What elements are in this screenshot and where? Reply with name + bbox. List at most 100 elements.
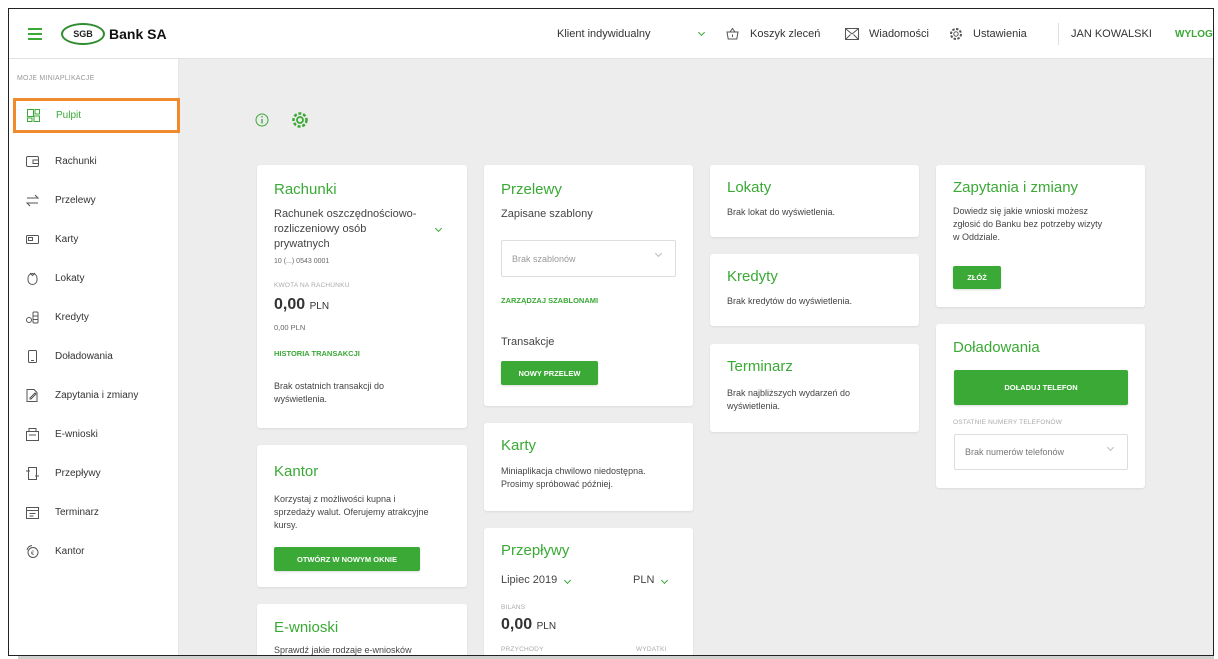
- sidebar-item-pulpit[interactable]: Pulpit: [13, 98, 180, 133]
- amount-label: KWOTA NA RACHUNKU: [274, 282, 350, 289]
- empty-line: wyświetlenia.: [274, 394, 328, 404]
- gear-icon: [950, 28, 962, 40]
- bank-logo[interactable]: SGB Bank SA: [61, 9, 167, 59]
- client-type-label: Klient indywidualny: [557, 28, 651, 40]
- widget-doladowania: Doładowania DOŁADUJ TELEFON OSTATNIE NUM…: [936, 324, 1145, 488]
- sidebar: MOJE MINIAPLIKACJE Pulpit Rachunki Przel…: [9, 59, 180, 655]
- widget-title: Rachunki: [274, 181, 337, 198]
- lokaty-empty: Brak lokat do wyświetlenia.: [727, 207, 836, 217]
- sidebar-item-rachunki[interactable]: Rachunki: [9, 144, 179, 178]
- flow-icon: [26, 466, 39, 480]
- messages-label: Wiadomości: [869, 28, 929, 40]
- sidebar-item-karty[interactable]: Karty: [9, 222, 179, 256]
- message-line: Miniaplikacja chwilowo niedostępna.: [501, 466, 646, 476]
- chevron-down-icon[interactable]: [697, 9, 706, 59]
- widget-karty: Karty Miniaplikacja chwilowo niedostępna…: [484, 423, 693, 511]
- sidebar-item-kredyty[interactable]: Kredyty: [9, 300, 179, 334]
- widget-title: Kantor: [274, 463, 319, 480]
- chevron-down-icon: [564, 576, 572, 585]
- balance-currency: PLN: [536, 621, 557, 632]
- widget-zapytania: Zapytania i zmiany Dowiedz się jakie wni…: [936, 165, 1145, 307]
- sidebar-item-lokaty[interactable]: Lokaty: [9, 261, 179, 295]
- card-icon: [26, 234, 39, 244]
- saved-templates-label: Zapisane szablony: [501, 208, 593, 220]
- sidebar-item-kantor[interactable]: € Kantor: [9, 534, 179, 568]
- templates-select-value: Brak szablonów: [512, 253, 576, 264]
- sidebar-item-doladowania[interactable]: Doładowania: [9, 339, 179, 373]
- empty-transactions: Brak ostatnich transakcji do wyświetleni…: [274, 380, 384, 406]
- balance-value: 0,00: [274, 296, 306, 313]
- widget-kredyty: Kredyty Brak kredytów do wyświetlenia.: [710, 254, 919, 326]
- forms-icon: [26, 427, 39, 441]
- basket-icon: [726, 27, 739, 40]
- period-select[interactable]: Lipiec 2019: [501, 574, 572, 587]
- description-line: kursy.: [274, 520, 298, 530]
- settings-button[interactable]: Ustawienia: [949, 9, 1027, 59]
- sidebar-item-przelewy[interactable]: Przelewy: [9, 183, 179, 217]
- kredyty-empty: Brak kredytów do wyświetlenia.: [727, 296, 853, 306]
- sidebar-item-label: Karty: [55, 233, 79, 245]
- submit-request-button[interactable]: ZŁÓŻ: [953, 266, 1001, 289]
- logo-text: Bank SA: [109, 26, 167, 42]
- sidebar-item-label: Kredyty: [55, 311, 89, 323]
- sidebar-item-label: Pulpit: [56, 110, 82, 121]
- sidebar-item-label: Rachunki: [55, 155, 97, 167]
- widget-title: Zapytania i zmiany: [953, 179, 1079, 196]
- widget-rachunki: Rachunki Rachunek oszczędnościowo- rozli…: [257, 165, 467, 428]
- info-icon[interactable]: [255, 113, 269, 127]
- account-name[interactable]: Rachunek oszczędnościowo- rozliczeniowy …: [274, 207, 416, 252]
- cart-label: Koszyk zleceń: [750, 28, 821, 40]
- widget-lokaty: Lokaty Brak lokat do wyświetlenia.: [710, 165, 919, 237]
- wallet-icon: [26, 155, 39, 167]
- sidebar-item-label: Przelewy: [55, 194, 96, 206]
- sidebar-item-label: Przepływy: [55, 467, 101, 479]
- available-balance: 0,00 PLN: [274, 323, 306, 332]
- transactions-label: Transakcje: [501, 336, 555, 348]
- balance-value: 0,00: [501, 616, 533, 633]
- ewnioski-description: Sprawdź jakie rodzaje e-wniosków: [274, 645, 412, 655]
- income-label: PRZYCHODY: [501, 646, 544, 653]
- widget-przeplywy: Przepływy Lipiec 2019 PLN BILANS 0,00 PL…: [484, 528, 693, 655]
- widget-title: Przelewy: [501, 181, 562, 198]
- transfer-icon: [26, 194, 39, 206]
- deposit-icon: [27, 272, 38, 285]
- logout-link[interactable]: WYLOGU: [1175, 9, 1213, 59]
- sidebar-item-zapytania[interactable]: Zapytania i zmiany: [9, 378, 179, 412]
- sidebar-item-label: Kantor: [55, 545, 85, 557]
- top-bar: SGB Bank SA Klient indywidualny Koszyk z…: [9, 9, 1213, 59]
- kantor-description: Korzystaj z możliwości kupna i sprzedaży…: [274, 493, 429, 532]
- chevron-down-icon[interactable]: [434, 224, 443, 233]
- zapytania-description: Dowiedz się jakie wnioski możesz zgłosić…: [953, 205, 1102, 244]
- messages-button[interactable]: Wiadomości: [845, 9, 929, 59]
- top-up-phone-button[interactable]: DOŁADUJ TELEFON: [954, 370, 1128, 405]
- currency-select[interactable]: PLN: [633, 574, 669, 587]
- phone-numbers-select-value: Brak numerów telefonów: [965, 447, 1065, 457]
- sidebar-item-label: Lokaty: [55, 272, 85, 284]
- sidebar-item-przeplywy[interactable]: Przepływy: [9, 456, 179, 490]
- gear-icon[interactable]: [291, 111, 309, 129]
- description-line: sprzedaży walut. Oferujemy atrakcyjne: [274, 507, 429, 517]
- user-name[interactable]: JAN KOWALSKI: [1071, 9, 1152, 59]
- menu-icon[interactable]: [27, 9, 43, 59]
- templates-select[interactable]: Brak szablonów: [501, 240, 676, 277]
- client-type-select[interactable]: Klient indywidualny: [557, 9, 651, 59]
- sidebar-item-ewnioski[interactable]: E-wnioski: [9, 417, 179, 451]
- sidebar-item-terminarz[interactable]: Terminarz: [9, 495, 179, 529]
- account-balance: 0,00 PLN: [274, 296, 329, 314]
- sidebar-item-label: Terminarz: [55, 506, 99, 518]
- currency-value: PLN: [633, 574, 655, 586]
- edit-doc-icon: [26, 388, 38, 402]
- app-window: SGB Bank SA Klient indywidualny Koszyk z…: [8, 8, 1214, 656]
- message-line: Prosimy spróbować później.: [501, 479, 614, 489]
- cart-button[interactable]: Koszyk zleceń: [725, 9, 820, 59]
- open-kantor-button[interactable]: OTWÓRZ W NOWYM OKNIE: [274, 547, 420, 571]
- settings-label: Ustawienia: [973, 28, 1027, 40]
- history-link[interactable]: HISTORIA TRANSAKCJI: [274, 349, 360, 358]
- description-line: Korzystaj z możliwości kupna i: [274, 494, 396, 504]
- terminarz-empty: Brak najbliższych wydarzeń do wyświetlen…: [727, 387, 850, 413]
- widget-kantor: Kantor Korzystaj z możliwości kupna i sp…: [257, 445, 467, 587]
- new-transfer-button[interactable]: NOWY PRZELEW: [501, 361, 598, 385]
- manage-templates-link[interactable]: ZARZĄDZAJ SZABLONAMI: [501, 296, 598, 305]
- phone-numbers-select[interactable]: Brak numerów telefonów: [954, 434, 1128, 470]
- sidebar-header: MOJE MINIAPLIKACJE: [17, 75, 95, 82]
